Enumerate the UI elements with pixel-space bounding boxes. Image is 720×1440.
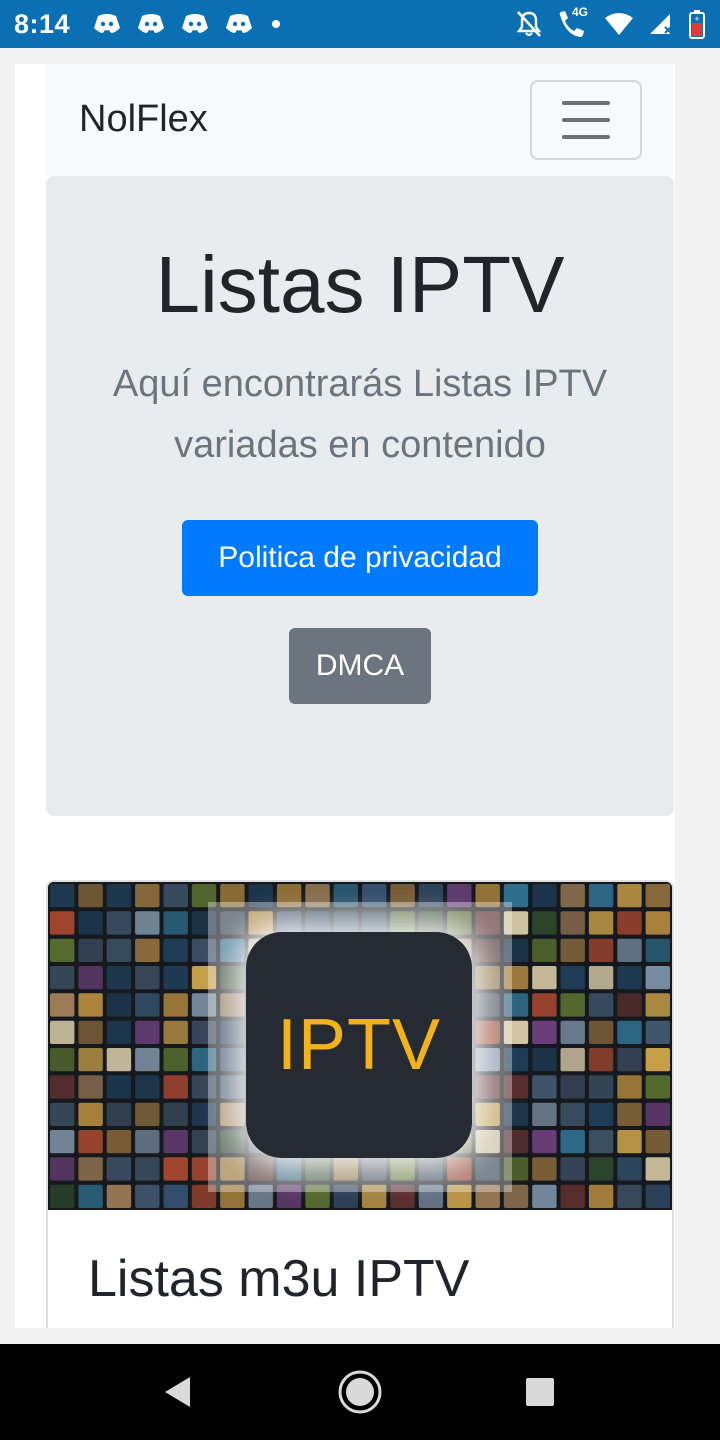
recents-icon[interactable]	[516, 1368, 564, 1416]
brand-link[interactable]: NolFlex	[79, 96, 208, 142]
web-page: NolFlex Listas IPTV Aquí encontrarás Lis…	[15, 64, 675, 1328]
discord-icon	[224, 12, 254, 36]
battery-icon: +	[688, 9, 706, 39]
jumbotron: Listas IPTV Aquí encontrarás Listas IPTV…	[46, 176, 674, 816]
wifi-icon	[604, 12, 634, 36]
status-icons: 4G +	[516, 5, 706, 39]
back-icon[interactable]	[154, 1368, 202, 1416]
card-image[interactable]: IPTV	[48, 882, 672, 1210]
network-type: 4G	[572, 5, 589, 19]
discord-icon	[180, 12, 210, 36]
iptv-logo-text: IPTV	[276, 1005, 442, 1085]
system-navigation-bar	[0, 1344, 720, 1440]
dot-icon	[272, 20, 281, 28]
hamburger-icon	[562, 135, 610, 139]
hamburger-icon	[562, 101, 610, 105]
card-title[interactable]: Listas m3u IPTV	[88, 1248, 469, 1310]
status-time: 8:14	[14, 8, 71, 39]
discord-icon	[92, 12, 122, 36]
privacy-policy-button[interactable]: Politica de privacidad	[182, 520, 538, 596]
home-icon[interactable]	[336, 1368, 384, 1416]
signal-icon	[648, 12, 674, 36]
iptv-logo: IPTV	[246, 932, 472, 1158]
dmca-button[interactable]: DMCA	[289, 628, 431, 704]
navbar: NolFlex	[46, 64, 674, 176]
wifi-call-icon: 4G	[556, 5, 590, 39]
discord-icon	[136, 12, 166, 36]
article-card[interactable]: IPTV Listas m3u IPTV	[46, 880, 674, 1328]
svg-text:+: +	[694, 14, 699, 24]
mute-icon	[516, 10, 542, 38]
lead-text: Aquí encontrarás Listas IPTV variadas en…	[112, 363, 608, 466]
status-bar: 8:14 4G +	[0, 0, 720, 48]
page-title: Listas IPTV	[155, 240, 565, 329]
navbar-toggle-button[interactable]	[530, 80, 642, 160]
hamburger-icon	[562, 118, 610, 122]
